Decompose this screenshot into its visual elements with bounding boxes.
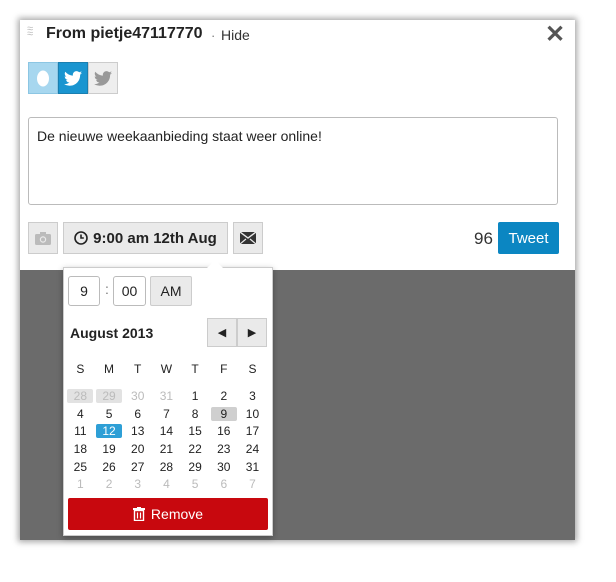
time-colon: :: [105, 281, 109, 297]
calendar-week: 28 29 30 31 1 2 3: [66, 387, 267, 405]
schedule-button[interactable]: 9:00 am 12th Aug: [63, 222, 228, 254]
prev-month-button[interactable]: ◀: [207, 318, 237, 347]
character-count: 96: [474, 229, 493, 248]
calendar-day[interactable]: 2: [209, 387, 238, 405]
remove-schedule-button[interactable]: Remove: [68, 498, 268, 530]
calendar-day[interactable]: 2: [95, 475, 124, 493]
mail-icon: [240, 232, 256, 244]
remove-label: Remove: [150, 506, 204, 522]
calendar-week: 11 12 13 14 15 16 17: [66, 422, 267, 440]
calendar-day[interactable]: 6: [123, 405, 152, 423]
attach-photo-button[interactable]: [28, 222, 58, 254]
twitter-icon: [64, 70, 82, 86]
drag-handle-icon[interactable]: ≈ ≈: [27, 24, 39, 43]
weekday-label: M: [104, 362, 115, 376]
calendar-day[interactable]: 1: [181, 387, 210, 405]
calendar-day[interactable]: 7: [238, 475, 267, 493]
camera-icon: [35, 231, 51, 245]
calendar-grid: S M T W T F S 28 29 30 31 1 2 3 4 5 6 7 …: [66, 357, 267, 493]
account-selector: [28, 62, 118, 94]
account-twitter-button[interactable]: [58, 62, 88, 94]
title-separator: ·: [211, 28, 216, 43]
clock-icon: [74, 231, 88, 245]
chevron-right-icon: ▶: [247, 327, 257, 339]
direct-message-button[interactable]: [233, 222, 263, 254]
calendar-day[interactable]: 25: [66, 458, 95, 476]
weekday-label: T: [191, 362, 199, 376]
hour-input[interactable]: 9: [68, 276, 100, 306]
calendar-day[interactable]: 31: [238, 458, 267, 476]
calendar-day[interactable]: 24: [238, 440, 267, 458]
calendar-day[interactable]: 18: [66, 440, 95, 458]
calendar-day-selected[interactable]: 12: [95, 422, 124, 440]
calendar-day[interactable]: 23: [209, 440, 238, 458]
calendar-day[interactable]: 3: [238, 387, 267, 405]
calendar-day[interactable]: 31: [152, 387, 181, 405]
weekday-header-row: S M T W T F S: [66, 357, 267, 381]
schedule-label: 9:00 am 12th Aug: [93, 229, 217, 247]
close-icon[interactable]: ✕: [545, 20, 565, 49]
calendar-day[interactable]: 5: [181, 475, 210, 493]
calendar-day[interactable]: 28: [66, 387, 95, 405]
calendar-day[interactable]: 5: [95, 405, 124, 423]
calendar-day[interactable]: 29: [95, 387, 124, 405]
weekday-label: S: [76, 362, 85, 376]
calendar-day[interactable]: 13: [123, 422, 152, 440]
calendar-day[interactable]: 15: [181, 422, 210, 440]
calendar-day[interactable]: 11: [66, 422, 95, 440]
calendar-day[interactable]: 7: [152, 405, 181, 423]
twitter-icon: [94, 70, 112, 86]
calendar-day[interactable]: 22: [181, 440, 210, 458]
calendar-day[interactable]: 4: [152, 475, 181, 493]
month-navigation: ◀ ▶: [207, 318, 267, 347]
egg-avatar-icon: [37, 70, 49, 87]
calendar-day[interactable]: 26: [95, 458, 124, 476]
ampm-toggle[interactable]: AM: [150, 276, 192, 306]
chevron-left-icon: ◀: [217, 327, 227, 339]
month-label: August 2013: [70, 325, 154, 341]
calendar-day[interactable]: 21: [152, 440, 181, 458]
calendar-week: 1 2 3 4 5 6 7: [66, 475, 267, 493]
weekday-label: T: [134, 362, 142, 376]
hide-link[interactable]: Hide: [221, 27, 250, 43]
calendar-week: 4 5 6 7 8 9 10: [66, 405, 267, 423]
weekday-label: W: [160, 362, 173, 376]
calendar-week: 25 26 27 28 29 30 31: [66, 458, 267, 476]
calendar-week: 18 19 20 21 22 23 24: [66, 440, 267, 458]
calendar-day[interactable]: 10: [238, 405, 267, 423]
minute-input[interactable]: 00: [113, 276, 146, 306]
account-egg-button[interactable]: [28, 62, 58, 94]
calendar-day-today[interactable]: 9: [209, 405, 238, 423]
calendar-day[interactable]: 8: [181, 405, 210, 423]
account-twitter-inactive-button[interactable]: [88, 62, 118, 94]
schedule-popover: 9 : 00 AM August 2013 ◀ ▶ S M T W T F S …: [63, 260, 273, 536]
dialog-title: From pietje47117770: [46, 25, 203, 42]
calendar-day[interactable]: 3: [123, 475, 152, 493]
calendar-day[interactable]: 28: [152, 458, 181, 476]
tweet-button[interactable]: Tweet: [498, 222, 559, 254]
tweet-textarea[interactable]: De nieuwe weekaanbieding staat weer onli…: [28, 117, 558, 205]
trash-icon: [132, 507, 145, 521]
calendar-day[interactable]: 1: [66, 475, 95, 493]
calendar-day[interactable]: 19: [95, 440, 124, 458]
calendar-day[interactable]: 17: [238, 422, 267, 440]
calendar-day[interactable]: 30: [123, 387, 152, 405]
weekday-label: F: [220, 362, 228, 376]
calendar-day[interactable]: 4: [66, 405, 95, 423]
calendar-day[interactable]: 30: [209, 458, 238, 476]
calendar-day[interactable]: 27: [123, 458, 152, 476]
calendar-day[interactable]: 16: [209, 422, 238, 440]
calendar-day[interactable]: 6: [209, 475, 238, 493]
calendar-day[interactable]: 20: [123, 440, 152, 458]
calendar-day[interactable]: 29: [181, 458, 210, 476]
weekday-label: S: [248, 362, 257, 376]
next-month-button[interactable]: ▶: [237, 318, 267, 347]
calendar-day[interactable]: 14: [152, 422, 181, 440]
